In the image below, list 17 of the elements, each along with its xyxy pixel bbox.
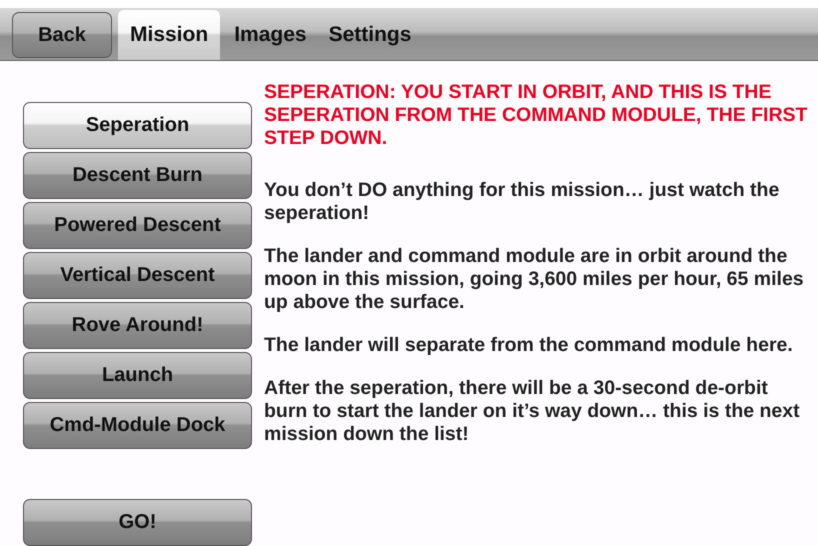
tab[interactable]: Settings [320,10,420,60]
description-paragraph: After the seperation, there will be a 30-second de-orbit burn to start the lander on it’s way down… this is the next mission down the list! [264,377,801,446]
mission-button[interactable]: Vertical Descent [23,252,252,299]
tab[interactable]: Mission [118,10,220,60]
description-paragraph: The lander will separate from the command module here. [264,334,794,357]
mission-button[interactable]: Seperation [23,102,252,149]
tab[interactable]: Images [226,10,315,60]
mission-button[interactable]: Launch [23,352,252,399]
mission-button[interactable]: Cmd-Module Dock [23,402,252,449]
mission-button[interactable]: Powered Descent [23,202,252,249]
description-paragraph: You don’t DO anything for this mission… just watch the seperation! [264,179,780,225]
mission-button[interactable]: Rove Around! [23,302,252,349]
description-paragraph: The lander and command module are in orbit around the moon in this mission, going 3,600 miles per hour, 65 miles up above the surface. [264,245,805,314]
back-button[interactable]: Back [12,12,112,58]
mission-button[interactable]: Descent Burn [23,152,252,199]
go-button[interactable]: GO! [23,499,252,546]
mission-heading: SEPERATION: YOU START IN ORBIT, AND THIS IS THE SEPERATION FROM THE COMMAND MODULE, THE FIRST STEP DOWN. [264,81,808,150]
